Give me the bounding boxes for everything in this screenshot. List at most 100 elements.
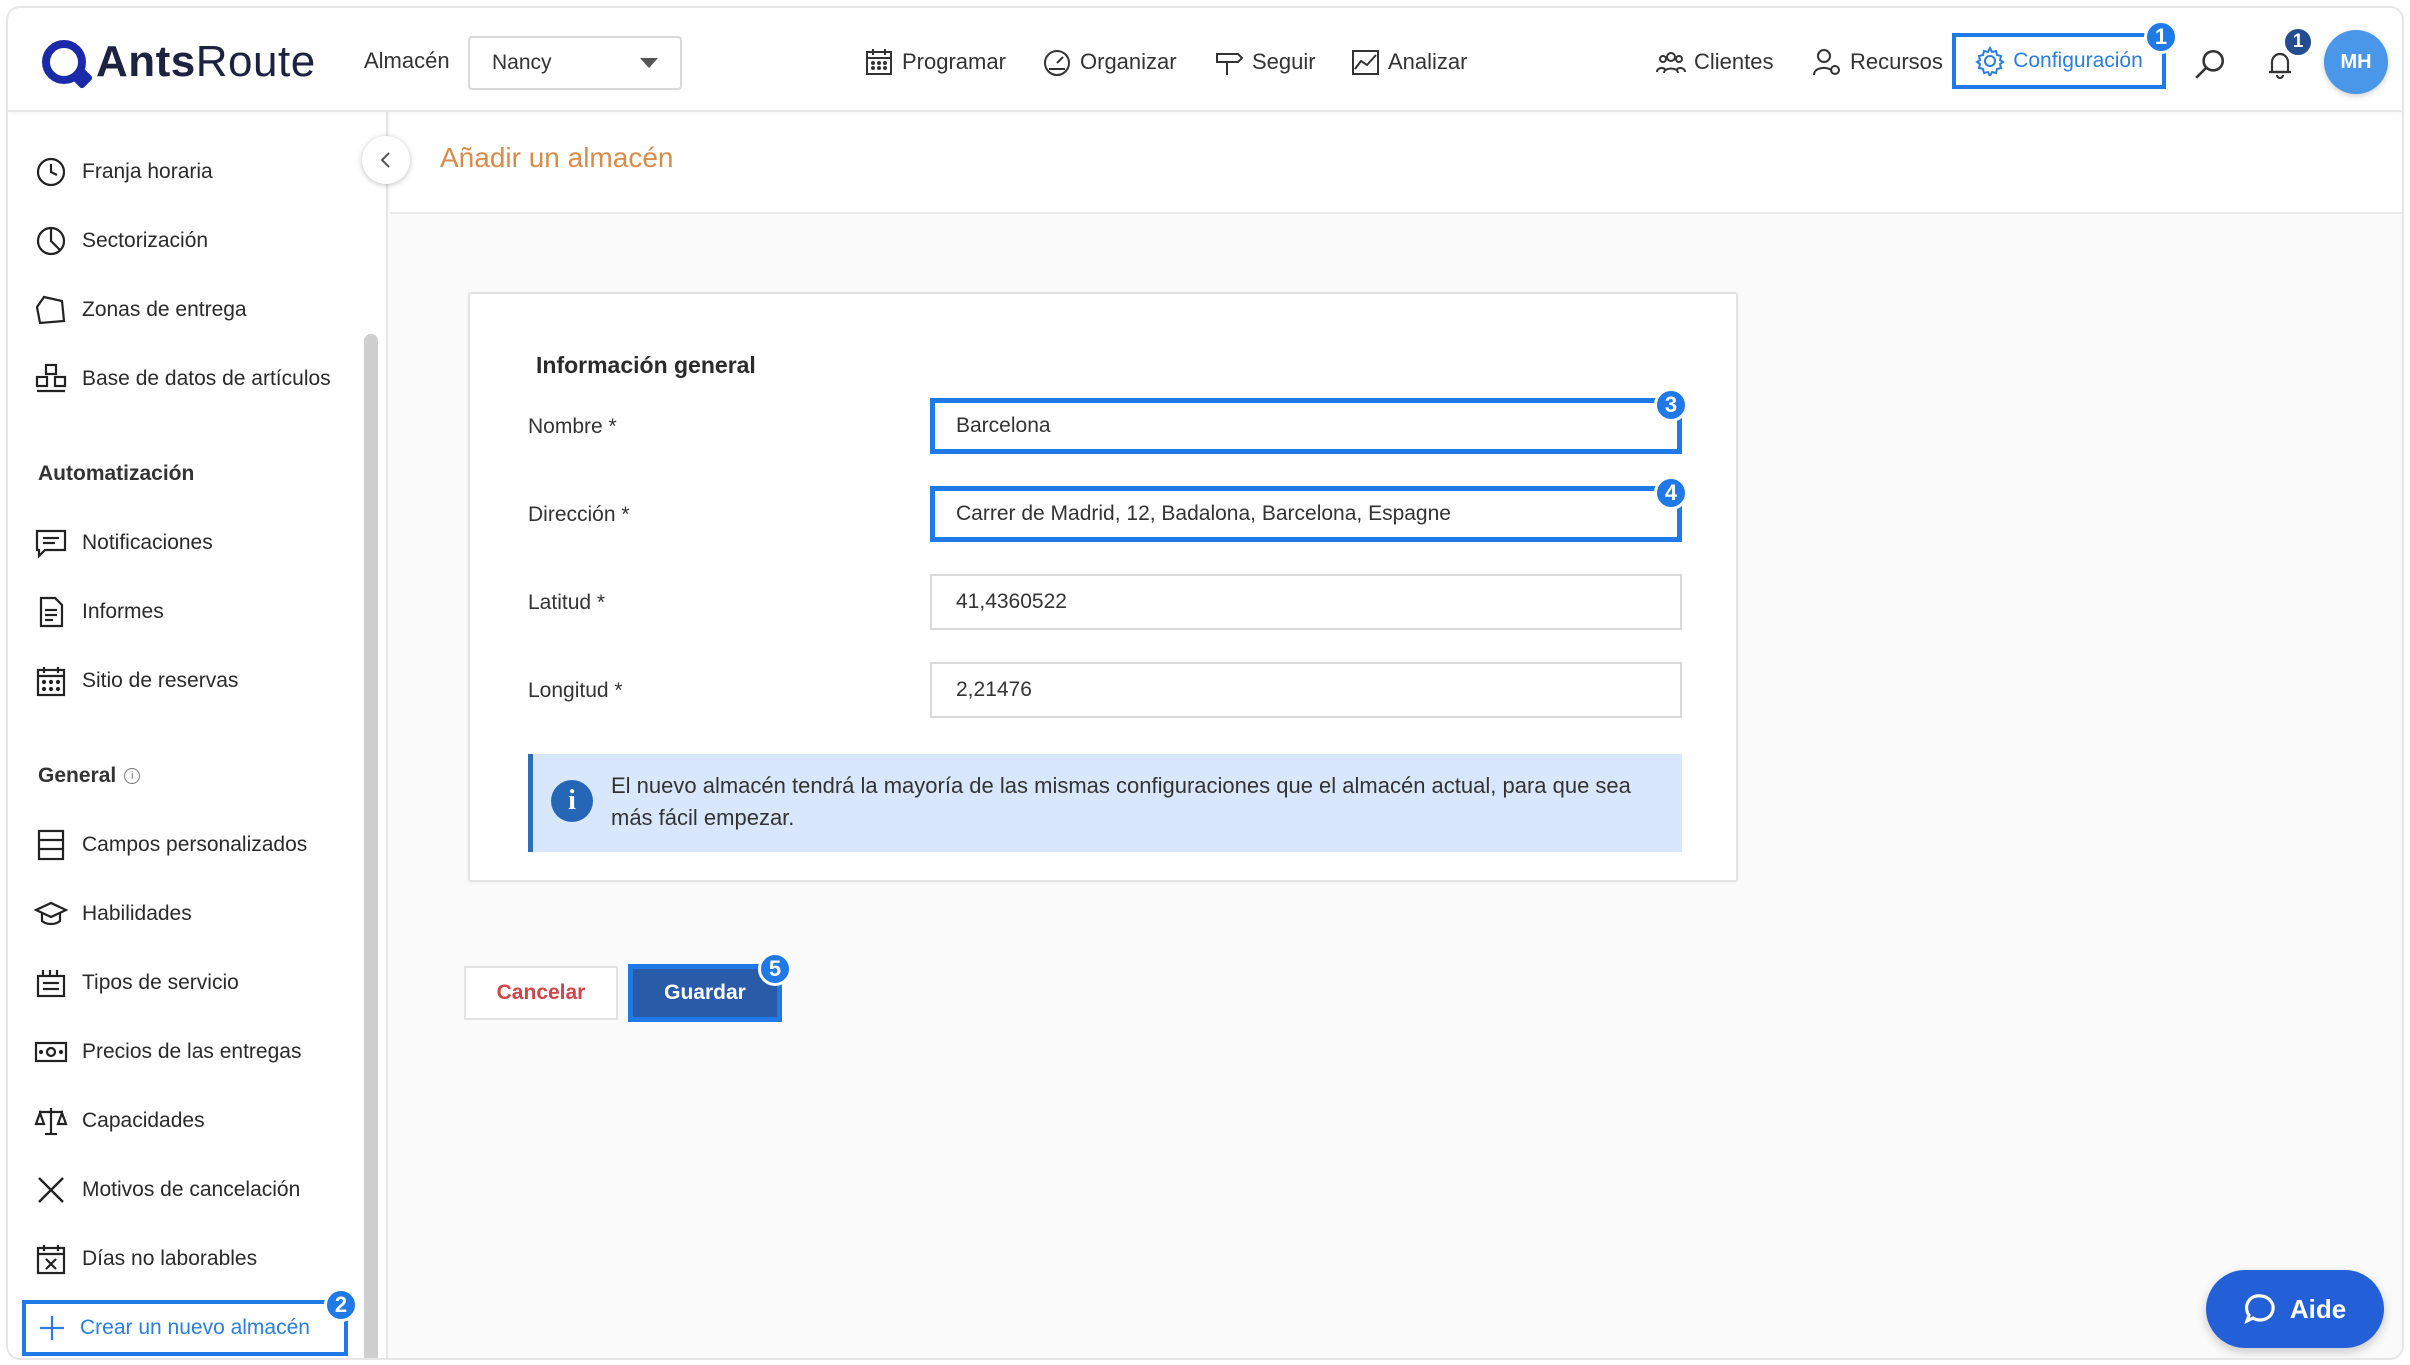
calendar-icon	[866, 49, 892, 75]
nav-label: Programar	[902, 49, 1006, 74]
sidebar-section-general: General i	[38, 764, 141, 788]
fields-icon	[37, 829, 65, 861]
gauge-icon	[1044, 50, 1070, 76]
chat-bubble-icon	[2244, 1294, 2275, 1325]
document-icon	[39, 596, 64, 628]
nav-label: Seguir	[1252, 49, 1316, 74]
banknote-icon	[34, 1041, 68, 1063]
sidebar-item-label: Días no laborables	[82, 1247, 258, 1270]
user-gear-icon	[1813, 49, 1840, 76]
gear-icon	[1975, 46, 2006, 76]
help-label: Aide	[2289, 1293, 2347, 1324]
page-title: Añadir un almacén	[440, 142, 674, 173]
sidebar-item-label: Franja horaria	[82, 160, 213, 183]
info-notice-text: El nuevo almacén tendrá la mayoría de la…	[611, 773, 1631, 830]
sidebar-item-informes[interactable]: Informes	[34, 592, 164, 632]
users-icon	[1656, 52, 1686, 74]
page-title-bar: Añadir un almacén	[390, 112, 2402, 214]
sidebar-item-sitio-de-reservas[interactable]: Sitio de reservas	[34, 661, 238, 701]
boxes-icon	[35, 363, 67, 393]
sidebar-item-zonas-de-entrega[interactable]: Zonas de entrega	[34, 290, 247, 330]
nav-programar[interactable]: Programar	[864, 38, 1006, 86]
nav-configuracion[interactable]: Configuración	[1952, 33, 2166, 89]
sidebar-item-motivos-de-cancelacion[interactable]: Motivos de cancelación	[34, 1170, 300, 1210]
info-icon[interactable]: i	[124, 768, 141, 784]
name-label: Nombre *	[528, 415, 617, 438]
sidebar-item-base-de-datos[interactable]: Base de datos de artículos	[34, 359, 331, 399]
sidebar-item-capacidades[interactable]: Capacidades	[34, 1101, 205, 1141]
calendar-grid-icon	[36, 667, 66, 697]
notification-count-badge: 1	[2282, 26, 2314, 58]
address-input[interactable]	[930, 486, 1682, 542]
nav-seguir[interactable]: Seguir	[1214, 38, 1316, 86]
sidebar-item-label: Zonas de entrega	[82, 298, 247, 321]
sidebar-section-automatizacion: Automatización	[38, 462, 195, 485]
help-chat-button[interactable]: Aide	[2206, 1270, 2384, 1348]
logo-text-light: Route	[195, 37, 316, 86]
warehouse-select-value: Nancy	[492, 51, 552, 74]
step-badge-2: 2	[324, 1288, 358, 1322]
graduation-icon	[34, 901, 68, 926]
collapse-sidebar-button[interactable]	[362, 136, 410, 184]
sidebar-item-campos-personalizados[interactable]: Campos personalizados	[34, 825, 307, 865]
nav-label: Analizar	[1388, 49, 1468, 74]
longitude-input[interactable]	[930, 662, 1682, 718]
logo[interactable]: AntsRoute	[42, 34, 316, 90]
chevron-left-icon	[380, 152, 390, 168]
sidebar-item-habilidades[interactable]: Habilidades	[34, 894, 192, 934]
sidebar-item-label: Sectorización	[82, 229, 209, 252]
polygon-icon	[35, 295, 66, 325]
plus-icon	[40, 1316, 64, 1340]
sidebar-scrollbar[interactable]	[364, 334, 378, 1358]
nav-label: Organizar	[1080, 49, 1177, 74]
sidebar-item-label: Base de datos de artículos	[82, 367, 331, 390]
signpost-icon	[1216, 53, 1244, 75]
x-icon	[38, 1177, 64, 1203]
avatar[interactable]: MH	[2324, 30, 2388, 94]
sidebar-item-label: Motivos de cancelación	[82, 1178, 301, 1201]
warehouse-select[interactable]: Nancy	[468, 36, 682, 90]
sidebar-section-general-label: General	[38, 764, 117, 787]
nav-analizar[interactable]: Analizar	[1350, 38, 1467, 86]
pie-icon	[36, 226, 66, 256]
sidebar-item-label: Capacidades	[82, 1109, 205, 1132]
nav-label: Clientes	[1694, 49, 1774, 74]
nav-organizar[interactable]: Organizar	[1042, 38, 1177, 86]
nav-clientes[interactable]: Clientes	[1656, 38, 1773, 86]
message-icon	[35, 529, 67, 559]
logo-icon	[42, 40, 86, 84]
app-frame: AntsRoute Almacén Nancy Programar Organi…	[6, 6, 2404, 1360]
cancel-button[interactable]: Cancelar	[464, 966, 618, 1020]
sidebar-item-label: Habilidades	[82, 902, 192, 925]
latitude-input[interactable]	[930, 574, 1682, 630]
sidebar-item-tipos-de-servicio[interactable]: Tipos de servicio	[34, 963, 239, 1003]
search-icon	[2195, 49, 2225, 79]
nav-recursos[interactable]: Recursos	[1812, 38, 1943, 86]
info-notice: i El nuevo almacén tendrá la mayoría de …	[528, 754, 1682, 852]
step-badge-4: 4	[1654, 476, 1688, 510]
top-header: AntsRoute Almacén Nancy Programar Organi…	[8, 8, 2402, 112]
sidebar-item-dias-no-laborables[interactable]: Días no laborables	[34, 1239, 257, 1279]
card-title: Información general	[536, 352, 756, 378]
sidebar-item-label: Tipos de servicio	[82, 971, 239, 994]
create-warehouse-label: Crear un nuevo almacén	[80, 1316, 310, 1339]
sidebar: Franja horaria Sectorización Zonas de en…	[8, 112, 388, 1358]
sidebar-item-label: Precios de las entregas	[82, 1040, 302, 1063]
sidebar-item-franja-horaria[interactable]: Franja horaria	[34, 152, 213, 192]
sidebar-item-label: Campos personalizados	[82, 833, 308, 856]
scale-icon	[34, 1108, 68, 1136]
sidebar-item-notificaciones[interactable]: Notificaciones	[34, 523, 213, 563]
sidebar-item-sectorizacion[interactable]: Sectorización	[34, 221, 208, 261]
chart-icon	[1352, 50, 1379, 75]
sidebar-item-label: Sitio de reservas	[82, 669, 239, 692]
step-badge-3: 3	[1654, 388, 1688, 422]
calendar-x-icon	[36, 1245, 66, 1275]
sidebar-item-label: Informes	[82, 600, 164, 623]
name-input[interactable]	[930, 398, 1682, 454]
service-icon	[36, 970, 66, 998]
create-warehouse-button[interactable]: Crear un nuevo almacén	[22, 1300, 348, 1356]
step-badge-1: 1	[2144, 20, 2178, 54]
nav-label: Recursos	[1850, 49, 1943, 74]
sidebar-item-precios-de-las-entregas[interactable]: Precios de las entregas	[34, 1032, 301, 1072]
search-button[interactable]	[2192, 46, 2228, 82]
